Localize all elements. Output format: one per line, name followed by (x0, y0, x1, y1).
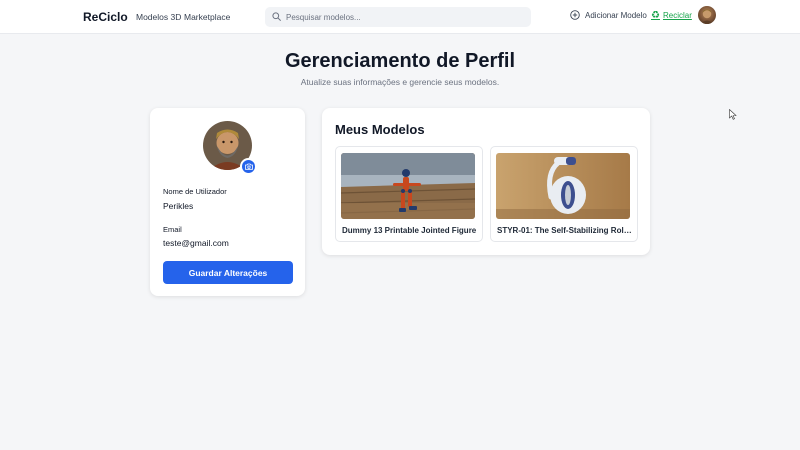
change-avatar-button[interactable] (240, 158, 257, 175)
email-value[interactable]: teste@gmail.com (163, 238, 229, 248)
camera-icon (244, 163, 253, 170)
username-label: Nome de Utilizador (163, 187, 227, 196)
my-models-card: Meus Modelos Dummy 13 Printable Jointed … (322, 108, 650, 255)
add-model-label: Adicionar Modelo (585, 10, 647, 20)
search-icon (272, 12, 281, 21)
nav-link-modelos-3d[interactable]: Modelos 3D (136, 12, 181, 22)
model-name: Dummy 13 Printable Jointed Figure (342, 226, 477, 235)
model-card-styr-01[interactable]: STYR-01: The Self-Stabilizing Rolling Ro… (490, 146, 638, 242)
add-model-button[interactable]: Adicionar Modelo (570, 10, 647, 20)
model-thumbnail (496, 153, 630, 219)
save-changes-button[interactable]: Guardar Alterações (163, 261, 293, 284)
model-thumbnail (341, 153, 475, 219)
model-name: STYR-01: The Self-Stabilizing Rolling Ro… (497, 226, 633, 235)
top-navbar: ReCiclo Modelos 3D Marketplace Adicionar… (0, 0, 800, 34)
mouse-cursor-icon (729, 109, 737, 120)
recycle-label: Reciclar (662, 11, 692, 20)
username-value[interactable]: Perikles (163, 201, 193, 211)
user-avatar[interactable] (698, 6, 716, 24)
brand-logo[interactable]: ReCiclo (83, 10, 128, 24)
model-card-dummy-13[interactable]: Dummy 13 Printable Jointed Figure (335, 146, 483, 242)
search-bar[interactable] (265, 7, 531, 27)
models-section-title: Meus Modelos (335, 122, 425, 137)
page-subtitle: Atualize suas informações e gerencie seu… (300, 77, 500, 87)
email-label: Email (163, 225, 182, 234)
plus-circle-icon (570, 10, 580, 20)
recycle-link[interactable]: ♻ Reciclar (651, 10, 692, 21)
search-input[interactable] (286, 10, 526, 24)
profile-card: Nome de Utilizador Perikles Email teste@… (150, 108, 305, 296)
page-title: Gerenciamento de Perfil (284, 50, 516, 72)
nav-link-marketplace[interactable]: Marketplace (184, 12, 230, 22)
recycle-icon: ♻ (651, 10, 660, 21)
